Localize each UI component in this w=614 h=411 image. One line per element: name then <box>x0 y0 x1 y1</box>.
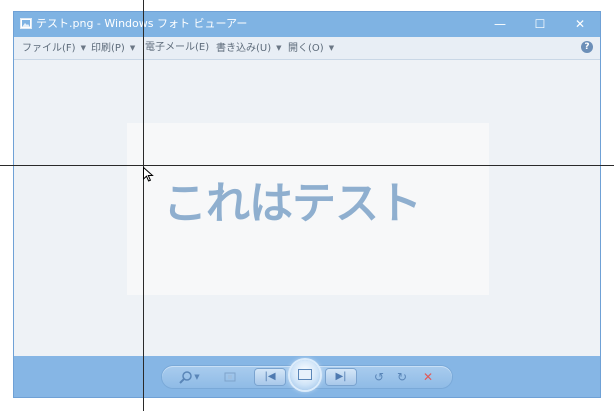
fit-to-window-icon[interactable] <box>222 370 238 384</box>
minimize-button[interactable]: — <box>480 12 520 37</box>
photo-viewer-window: テスト.png - Windows フォト ビューアー — ☐ ✕ ファイル(F… <box>13 11 601 398</box>
slideshow-button[interactable] <box>290 360 320 390</box>
image-canvas: これはテスト <box>14 60 600 356</box>
menu-file-label: ファイル(F) <box>22 43 76 54</box>
toolbar-controls: ▼ |◀ ▶| ↺ ↻ ✕ <box>162 360 452 390</box>
chevron-down-icon: ▼ <box>328 44 335 52</box>
mouse-cursor-icon <box>143 167 154 182</box>
rotate-clockwise-button[interactable]: ↻ <box>394 370 410 384</box>
help-icon[interactable]: ? <box>581 41 593 53</box>
delete-button[interactable]: ✕ <box>420 370 436 384</box>
maximize-button[interactable]: ☐ <box>520 12 560 37</box>
menu-print[interactable]: 印刷(P) ▼ <box>91 41 135 56</box>
menu-open[interactable]: 開く(O) ▼ <box>288 41 334 56</box>
next-button[interactable]: ▶| <box>326 369 356 385</box>
window-title: テスト.png - Windows フォト ビューアー <box>36 17 248 30</box>
slideshow-icon <box>298 369 312 380</box>
menu-email[interactable]: 電子メール(E) <box>145 41 209 55</box>
menu-burn-label: 書き込み(U) <box>216 43 272 54</box>
photo-viewer-app-icon <box>20 18 32 29</box>
title-bar[interactable]: テスト.png - Windows フォト ビューアー — ☐ ✕ <box>14 12 600 37</box>
displayed-image: これはテスト <box>127 123 489 295</box>
crosshair-vertical-line <box>143 0 144 411</box>
menu-open-label: 開く(O) <box>288 43 324 54</box>
previous-button[interactable]: |◀ <box>255 369 285 385</box>
menu-file[interactable]: ファイル(F) ▼ <box>22 41 86 56</box>
chevron-down-icon[interactable]: ▼ <box>193 370 201 384</box>
menu-burn[interactable]: 書き込み(U) ▼ <box>216 41 282 56</box>
menu-email-label: 電子メール(E) <box>145 42 210 53</box>
chevron-down-icon: ▼ <box>129 44 136 52</box>
rotate-counterclockwise-button[interactable]: ↺ <box>371 370 387 384</box>
menu-bar: ファイル(F) ▼ 印刷(P) ▼ 電子メール(E) 書き込み(U) ▼ 開く(O) ▼… <box>14 37 600 60</box>
chevron-down-icon: ▼ <box>80 44 86 52</box>
image-text: これはテスト <box>163 178 422 229</box>
chevron-down-icon: ▼ <box>276 44 282 52</box>
bottom-toolbar: ▼ |◀ ▶| ↺ ↻ ✕ <box>14 356 600 397</box>
search-icon[interactable] <box>178 370 194 384</box>
menu-print-label: 印刷(P) <box>91 43 125 54</box>
crosshair-horizontal-line <box>0 165 614 166</box>
close-button[interactable]: ✕ <box>560 12 600 37</box>
